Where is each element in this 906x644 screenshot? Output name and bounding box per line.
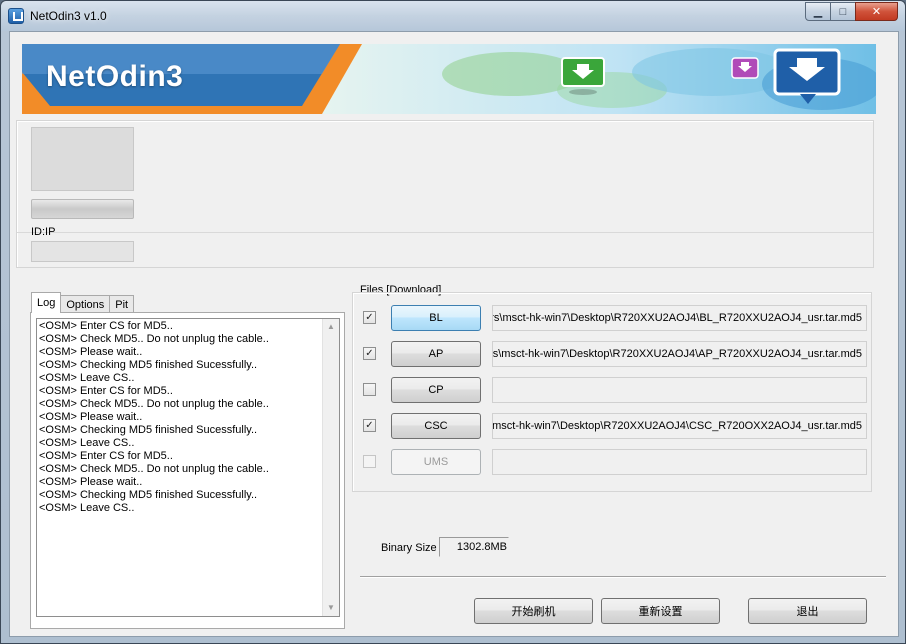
csc-path-field[interactable]: s\msct-hk-win7\Desktop\R720XXU2AOJ4\CSC_…: [492, 413, 867, 439]
divider: [17, 232, 873, 233]
banner-title: NetOdin3: [46, 60, 184, 93]
log-line: <OSM> Please wait..: [39, 476, 143, 488]
binary-size-label: Binary Size: [381, 542, 437, 554]
ums-button: UMS: [391, 449, 481, 475]
id-ip-field: [31, 241, 134, 262]
file-row-ap: ✓ AP ers\msct-hk-win7\Desktop\R720XXU2AO…: [353, 340, 871, 368]
maximize-button[interactable]: □: [830, 2, 856, 21]
ums-path-field: [492, 449, 867, 475]
ums-checkbox: [363, 455, 376, 468]
bl-checkbox[interactable]: ✓: [363, 311, 376, 324]
files-panel: ✓ BL ers\msct-hk-win7\Desktop\R720XXU2AO…: [352, 292, 872, 492]
log-line: <OSM> Please wait..: [39, 346, 143, 358]
purple-download-icon: [731, 57, 759, 79]
log-line: <OSM> Leave CS..: [39, 502, 135, 514]
title-bar[interactable]: NetOdin3 v1.0 ▁ □ ✕: [1, 1, 905, 31]
bl-path-field[interactable]: ers\msct-hk-win7\Desktop\R720XXU2AOJ4\BL…: [492, 305, 867, 331]
close-button[interactable]: ✕: [855, 2, 898, 21]
log-textarea[interactable]: <OSM> Enter CS for MD5.. <OSM> Check MD5.…: [36, 318, 340, 617]
file-row-cp: CP: [353, 376, 871, 404]
ap-path-field[interactable]: ers\msct-hk-win7\Desktop\R720XXU2AOJ4\AP…: [492, 341, 867, 367]
ap-checkbox[interactable]: ✓: [363, 347, 376, 360]
csc-button[interactable]: CSC: [391, 413, 481, 439]
world-map-graphic: [442, 48, 876, 110]
ap-path-text: ers\msct-hk-win7\Desktop\R720XXU2AOJ4\AP…: [492, 348, 862, 360]
minimize-button[interactable]: ▁: [805, 2, 831, 21]
reset-button[interactable]: 重新设置: [601, 598, 720, 624]
cp-path-field[interactable]: [492, 377, 867, 403]
tab-log[interactable]: Log: [31, 292, 62, 313]
start-flash-button[interactable]: 开始刷机: [474, 598, 593, 624]
device-status-panel: ID:IP: [16, 120, 874, 268]
csc-path-text: s\msct-hk-win7\Desktop\R720XXU2AOJ4\CSC_…: [492, 420, 862, 432]
csc-checkbox[interactable]: ✓: [363, 419, 376, 432]
device-progress-bar: [31, 199, 134, 219]
log-lines: <OSM> Enter CS for MD5.. <OSM> Check MD5.…: [39, 320, 323, 515]
log-line: <OSM> Checking MD5 finished Sucessfully.…: [39, 424, 258, 436]
log-line: <OSM> Enter CS for MD5..: [39, 385, 173, 397]
bl-button[interactable]: BL: [391, 305, 481, 331]
app-window: NetOdin3 v1.0 ▁ □ ✕ NetOdin3 ID:IP Log O…: [0, 0, 906, 644]
log-line: <OSM> Check MD5.. Do not unplug the cabl…: [39, 463, 269, 475]
bl-path-text: ers\msct-hk-win7\Desktop\R720XXU2AOJ4\BL…: [492, 312, 862, 324]
binary-size-value: 1302.8MB: [439, 537, 509, 557]
log-line: <OSM> Enter CS for MD5..: [39, 450, 173, 462]
log-scrollbar[interactable]: ▲ ▼: [322, 319, 339, 616]
exit-button[interactable]: 退出: [748, 598, 867, 624]
log-line: <OSM> Check MD5.. Do not unplug the cabl…: [39, 398, 269, 410]
window-title: NetOdin3 v1.0: [30, 9, 107, 23]
scroll-up-icon[interactable]: ▲: [323, 319, 339, 335]
separator: [360, 576, 886, 578]
id-ip-label: ID:IP: [31, 226, 56, 238]
client-area: NetOdin3 ID:IP Log Options Pit <OSM> Ent…: [9, 31, 899, 637]
log-line: <OSM> Checking MD5 finished Sucessfully.…: [39, 359, 258, 371]
tab-pit[interactable]: Pit: [109, 295, 135, 313]
device-slot-indicator: [31, 127, 134, 191]
ap-button[interactable]: AP: [391, 341, 481, 367]
cp-checkbox[interactable]: [363, 383, 376, 396]
scroll-down-icon[interactable]: ▼: [323, 600, 339, 616]
file-row-bl: ✓ BL ers\msct-hk-win7\Desktop\R720XXU2AO…: [353, 304, 871, 332]
log-line: <OSM> Check MD5.. Do not unplug the cabl…: [39, 333, 269, 345]
log-line: <OSM> Please wait..: [39, 411, 143, 423]
header-banner: NetOdin3: [22, 44, 876, 114]
log-line: <OSM> Enter CS for MD5..: [39, 320, 173, 332]
log-line: <OSM> Leave CS..: [39, 437, 135, 449]
file-row-ums: UMS: [353, 448, 871, 476]
file-row-csc: ✓ CSC s\msct-hk-win7\Desktop\R720XXU2AOJ…: [353, 412, 871, 440]
log-line: <OSM> Leave CS..: [39, 372, 135, 384]
app-icon: [8, 8, 24, 24]
log-line: <OSM> Checking MD5 finished Sucessfully.…: [39, 489, 258, 501]
cp-button[interactable]: CP: [391, 377, 481, 403]
log-tabs: Log Options Pit: [31, 292, 135, 313]
log-panel: <OSM> Enter CS for MD5.. <OSM> Check MD5.…: [30, 312, 345, 629]
window-controls: ▁ □ ✕: [805, 2, 898, 22]
tab-options[interactable]: Options: [60, 295, 111, 313]
